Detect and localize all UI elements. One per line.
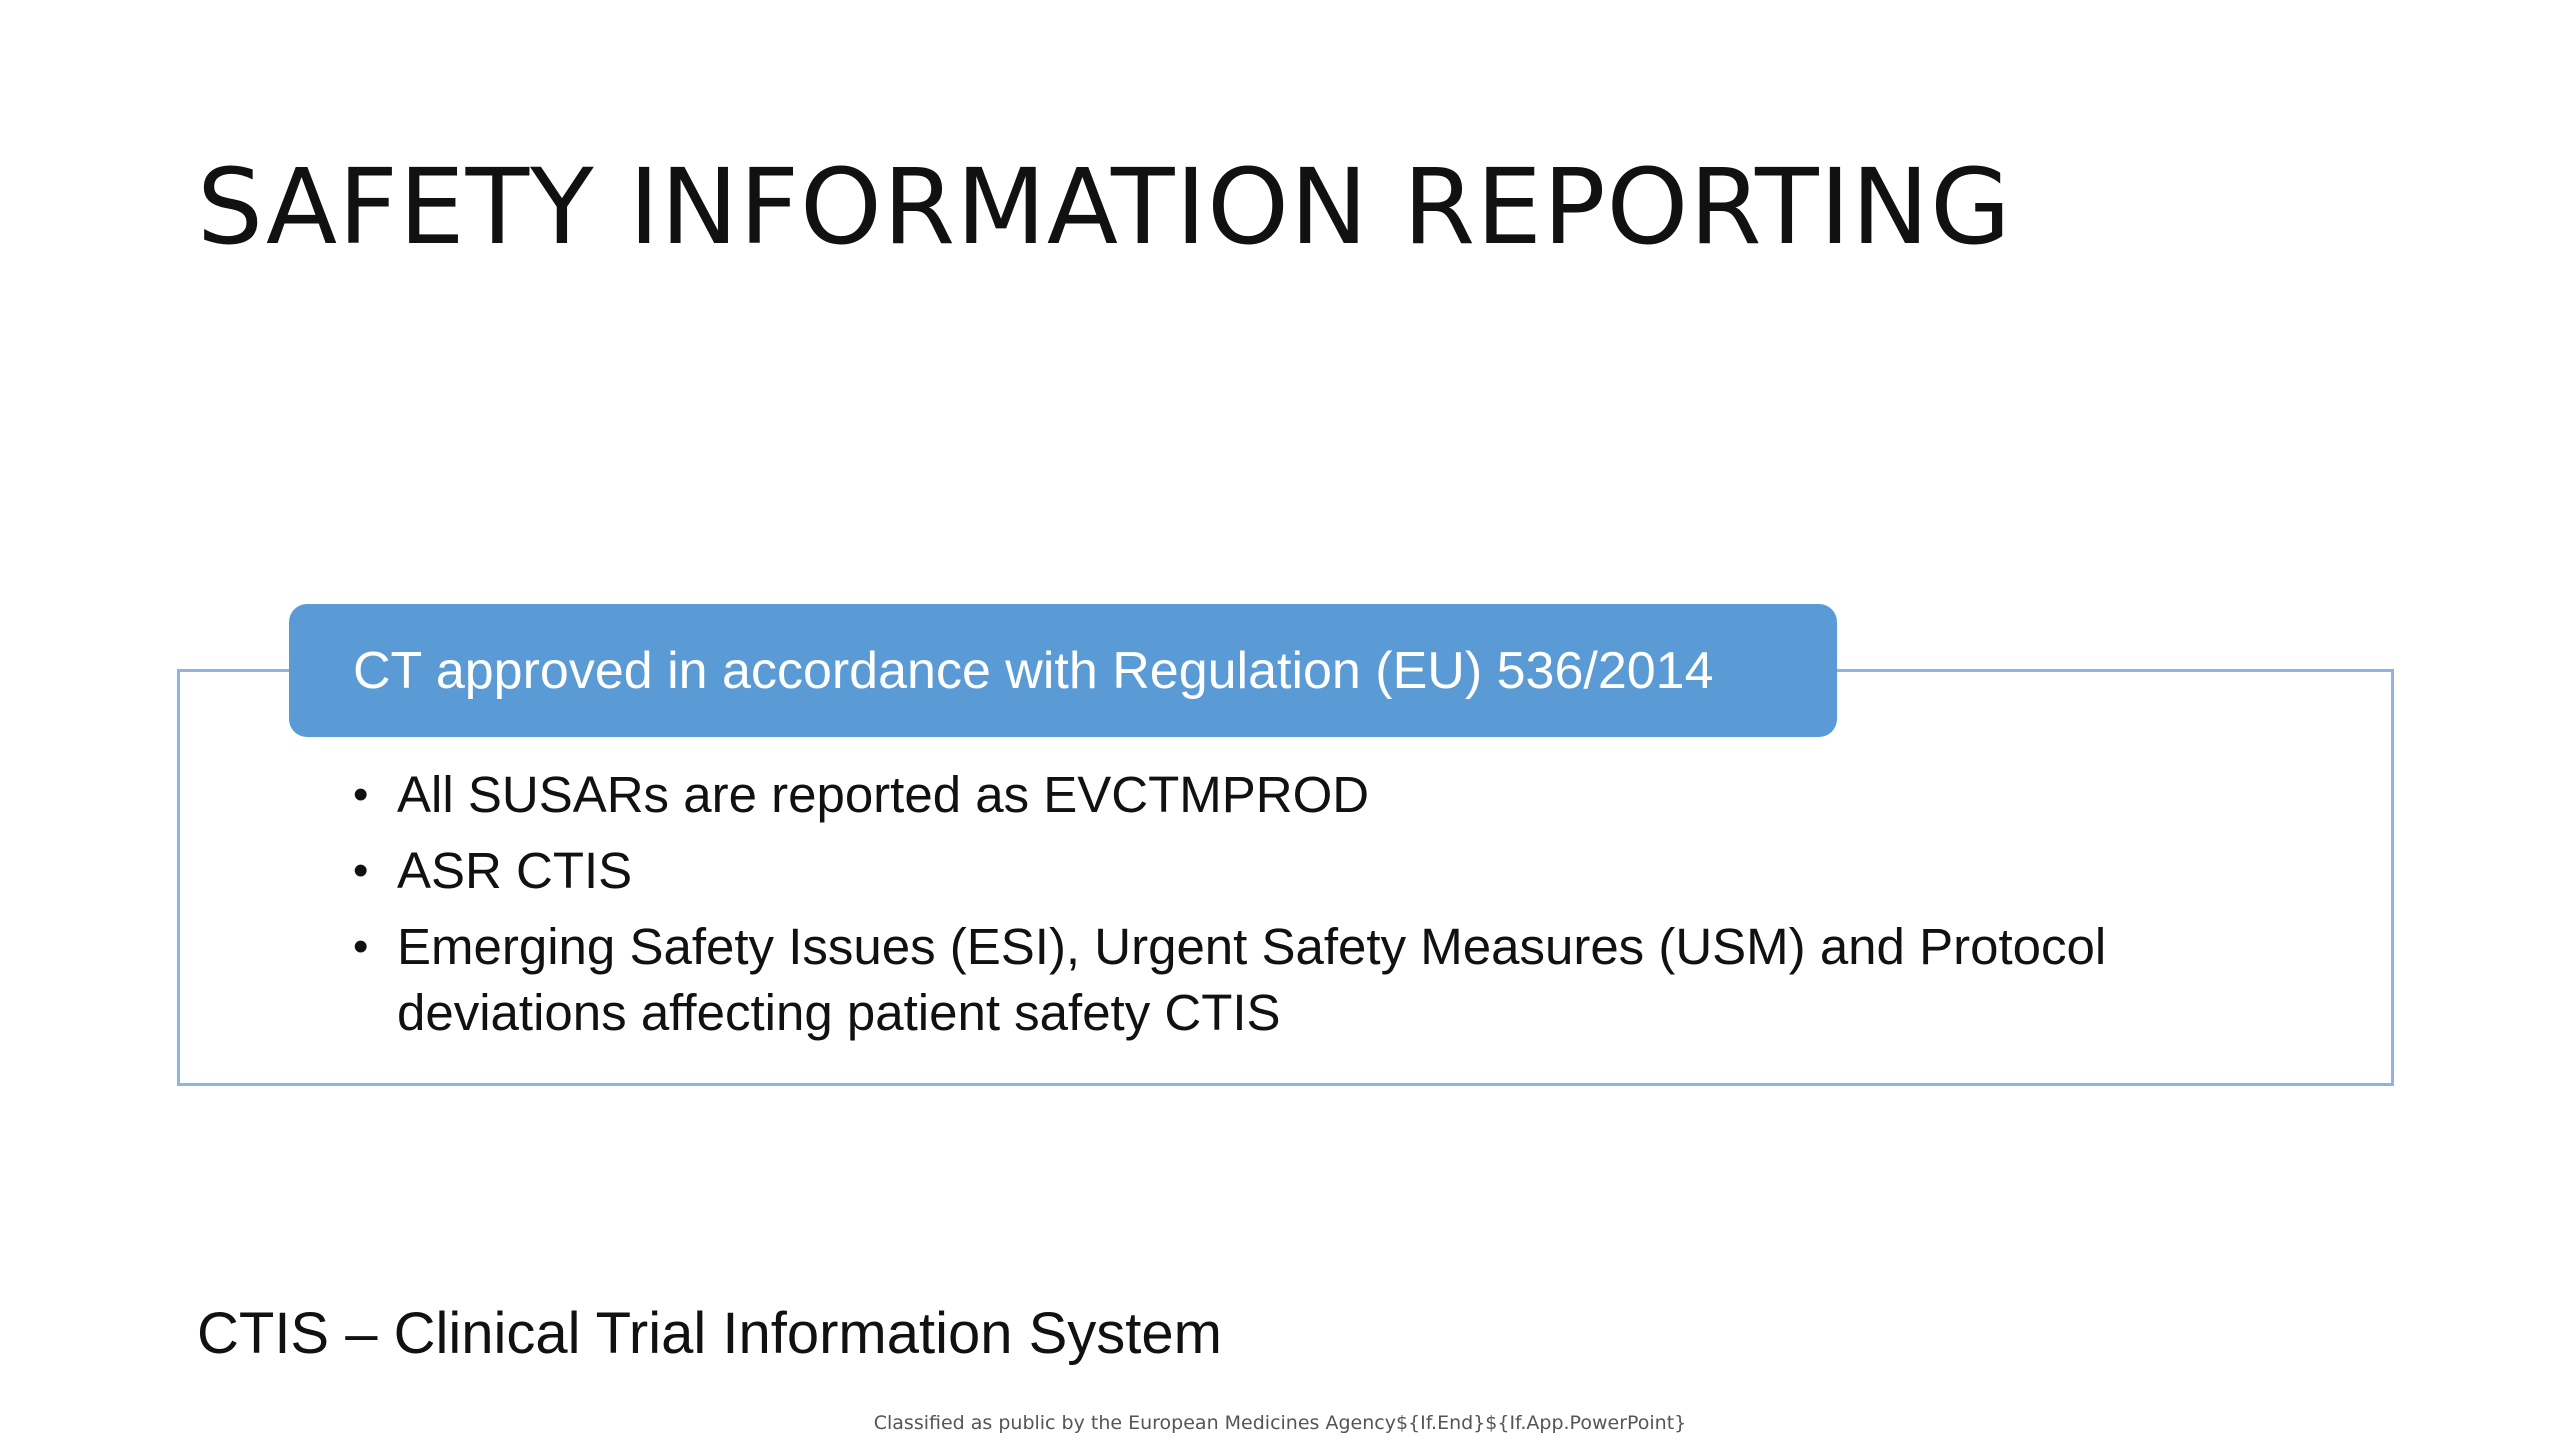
regulation-header-text: CT approved in accordance with Regulatio…	[353, 641, 1714, 700]
footer-note: CTIS – Clinical Trial Information System	[197, 1301, 1222, 1366]
slide-title: SAFETY INFORMATION REPORTING	[197, 146, 2012, 268]
regulation-header-box: CT approved in accordance with Regulatio…	[289, 604, 1837, 737]
bullet-icon: •	[353, 770, 369, 819]
classification-label: Classified as public by the European Med…	[873, 1412, 1687, 1434]
bullet-icon: •	[353, 846, 369, 895]
slide: SAFETY INFORMATION REPORTING CT approved…	[0, 0, 2560, 1440]
bullet-text: All SUSARs are reported as EVCTMPROD	[397, 766, 1370, 823]
bullet-item: • ASR CTIS	[345, 838, 2345, 904]
bullet-list: • All SUSARs are reported as EVCTMPROD •…	[345, 762, 2345, 1056]
bullet-text: ASR CTIS	[397, 842, 633, 899]
bullet-icon: •	[353, 922, 369, 971]
bullet-item: • Emerging Safety Issues (ESI), Urgent S…	[345, 914, 2345, 1046]
bullet-text: Emerging Safety Issues (ESI), Urgent Saf…	[397, 918, 2107, 1041]
bullet-item: • All SUSARs are reported as EVCTMPROD	[345, 762, 2345, 828]
